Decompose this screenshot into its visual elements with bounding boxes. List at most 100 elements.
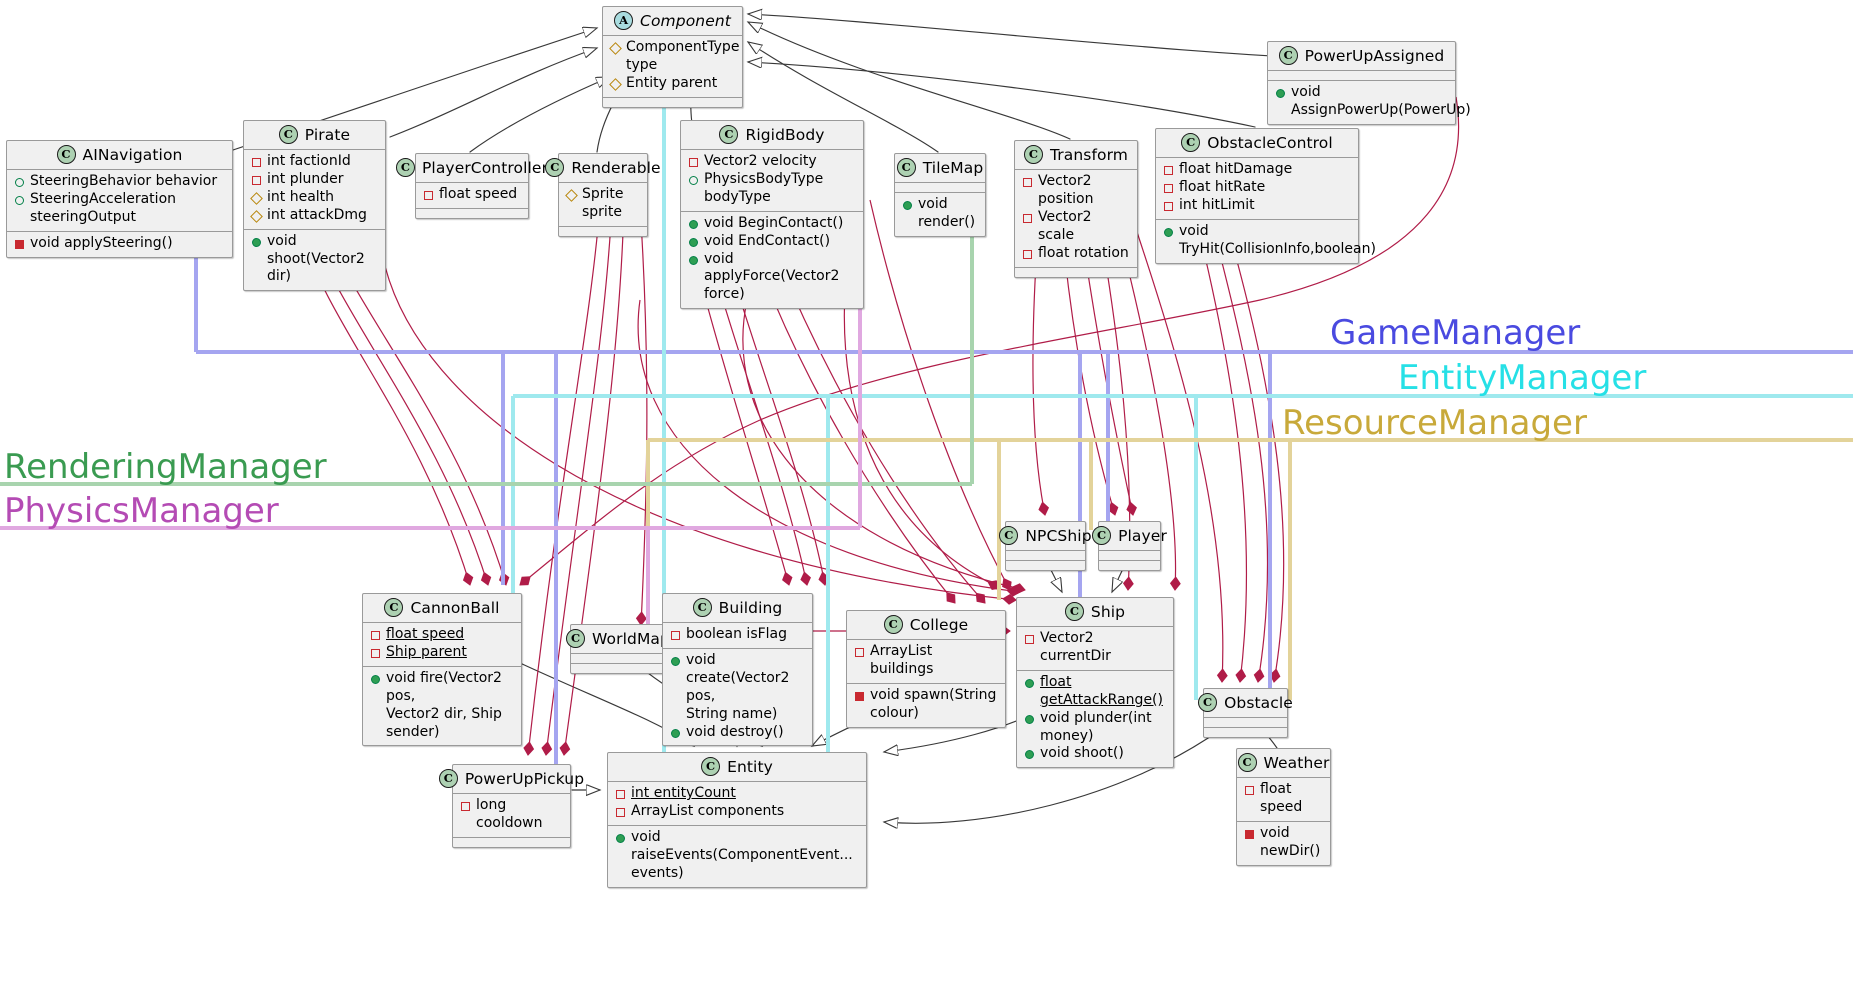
visibility-prot-d-icon	[609, 77, 622, 91]
group-label-entitymanager: EntityManager	[1398, 358, 1647, 398]
class-name: WorldMap	[592, 629, 670, 648]
class-box-player[interactable]: C Player	[1092, 521, 1167, 571]
methods-section: void fire(Vector2 pos, Vector2 dir, Ship…	[363, 667, 521, 746]
class-name: Weather	[1263, 753, 1330, 772]
class-header: C Renderable	[545, 154, 661, 183]
attributes-label: int health	[267, 188, 335, 205]
visibility-priv-sq-icon	[371, 648, 380, 658]
attributes-row: float speed	[422, 186, 522, 204]
class-icon: C	[1024, 145, 1043, 164]
visibility-priv-sq-icon	[1023, 178, 1032, 187]
methods-section: void raiseEvents(ComponentEvent... event…	[608, 826, 866, 887]
class-box-weather[interactable]: C Weather float speed void newDir()	[1236, 748, 1331, 866]
attributes-label: Entity parent	[626, 74, 718, 91]
class-name: PowerUpAssigned	[1304, 46, 1445, 65]
class-box-ainavigation[interactable]: C AINavigation SteeringBehavior behavior St…	[6, 140, 233, 258]
class-name: ObstacleControl	[1207, 133, 1333, 152]
class-name: Renderable	[571, 158, 661, 177]
class-box-pirate[interactable]: C Pirate int factionId int plunder int healt…	[243, 120, 386, 292]
attributes-label: ArrayList components	[631, 802, 785, 819]
methods-row: void applyForce(Vector2 force)	[687, 251, 857, 305]
class-box-obstaclecontrol[interactable]: C ObstacleControl float hitDamage float hit…	[1155, 128, 1376, 264]
visibility-priv-sq-icon	[671, 631, 680, 640]
attributes-section	[1006, 551, 1085, 561]
class-name: Building	[718, 598, 783, 617]
methods-row: void newDir()	[1243, 825, 1324, 861]
attributes-section	[895, 183, 985, 193]
class-header: C RigidBody	[681, 121, 863, 150]
attributes-section: float speed Ship parent	[363, 623, 521, 667]
class-box-building[interactable]: C Building boolean isFlag void create(Vecto…	[662, 593, 813, 747]
methods-label: void plunder(int money)	[1040, 709, 1152, 744]
visibility-priv-sq-icon	[461, 802, 470, 811]
attributes-row: int health	[250, 189, 379, 207]
class-header: C Weather	[1237, 749, 1330, 778]
methods-section	[1015, 268, 1137, 277]
methods-section: void create(Vector2 pos, String name) voi…	[663, 649, 812, 746]
class-name: Player	[1118, 526, 1167, 545]
class-box-tilemap[interactable]: C TileMap void render()	[894, 153, 986, 237]
visibility-pub-c-icon	[1164, 227, 1173, 237]
attributes-section: Sprite sprite	[559, 183, 647, 227]
class-icon: C	[438, 769, 458, 788]
class-box-rigidbody[interactable]: C RigidBody Vector2 velocity PhysicsBodyTyp…	[680, 120, 864, 310]
class-header: C Entity	[608, 753, 866, 782]
class-box-renderable[interactable]: C Renderable Sprite sprite	[545, 153, 661, 237]
attributes-row: Vector2 scale	[1021, 209, 1131, 245]
methods-row: void shoot(Vector2 dir)	[250, 233, 379, 287]
methods-section	[1204, 728, 1287, 737]
methods-section	[416, 209, 528, 218]
visibility-priv-sq-icon	[252, 175, 261, 185]
methods-section	[559, 227, 647, 236]
class-box-poweruppickup[interactable]: C PowerUpPickup long cooldown	[438, 764, 584, 848]
visibility-pkg-c-icon	[689, 175, 698, 185]
methods-section: void newDir()	[1237, 822, 1330, 865]
methods-section: void applySteering()	[7, 232, 232, 257]
methods-row: void create(Vector2 pos, String name)	[669, 652, 806, 724]
methods-label: void spawn(String colour)	[870, 686, 997, 721]
class-box-npcship[interactable]: C NPCShip	[999, 521, 1092, 571]
attributes-label: int plunder	[267, 170, 344, 187]
attributes-row: int plunder	[250, 171, 379, 189]
attributes-section: Vector2 velocity PhysicsBodyType bodyType	[681, 150, 863, 212]
visibility-priv-sq-f-icon	[855, 691, 864, 701]
attributes-label: PhysicsBodyType bodyType	[704, 170, 824, 205]
class-box-powerupassigned[interactable]: C PowerUpAssigned void AssignPowerUp(Power…	[1267, 41, 1471, 125]
class-name: TileMap	[922, 158, 984, 177]
visibility-pub-c-icon	[903, 201, 912, 210]
class-icon: C	[883, 615, 903, 634]
class-box-ship[interactable]: C Ship Vector2 currentDir float getAttackRa…	[1016, 597, 1174, 769]
class-box-obstacle[interactable]: C Obstacle	[1198, 688, 1293, 738]
attributes-row: int attackDmg	[250, 207, 379, 225]
methods-row: void BeginContact()	[687, 215, 857, 233]
attributes-label: int attackDmg	[267, 206, 367, 223]
class-name: PlayerController	[421, 158, 549, 177]
class-box-component[interactable]: A Component ComponentType type Entity paren…	[602, 6, 743, 108]
class-box-cannonball[interactable]: C CannonBall float speed Ship parent void fi…	[362, 593, 522, 747]
class-box-college[interactable]: C College ArrayList buildings void spawn(St…	[846, 610, 1006, 728]
class-header: C TileMap	[895, 154, 985, 183]
methods-section: void spawn(String colour)	[847, 684, 1005, 727]
visibility-pub-c-icon	[671, 656, 680, 666]
visibility-pub-c-icon	[1025, 678, 1034, 688]
visibility-pub-c-icon	[689, 219, 698, 229]
attributes-label: Vector2 position	[1038, 173, 1094, 207]
attributes-section	[1268, 71, 1455, 81]
attributes-section: float speed	[416, 183, 528, 209]
class-icon: C	[566, 629, 586, 648]
visibility-pub-c-icon	[1276, 89, 1285, 98]
visibility-prot-d-icon	[250, 209, 263, 223]
attributes-label: int hitLimit	[1179, 196, 1255, 213]
methods-section	[603, 98, 742, 107]
class-box-transform[interactable]: C Transform Vector2 position Vector2 scale f…	[1014, 140, 1138, 278]
class-box-entity[interactable]: C Entity int entityCount ArrayList componen…	[607, 752, 867, 888]
methods-section: void AssignPowerUp(PowerUp)	[1268, 81, 1471, 124]
attributes-row: SteeringBehavior behavior	[13, 173, 226, 191]
attributes-row: float hitRate	[1162, 179, 1352, 197]
class-box-playercontroller[interactable]: C PlayerController float speed	[395, 153, 548, 219]
class-name: Obstacle	[1224, 693, 1293, 712]
group-label-physicsmanager: PhysicsManager	[4, 491, 279, 531]
class-box-worldmap[interactable]: C WorldMap	[566, 624, 670, 674]
attributes-row: float hitDamage	[1162, 161, 1352, 179]
attributes-label: ComponentType type	[626, 39, 740, 73]
